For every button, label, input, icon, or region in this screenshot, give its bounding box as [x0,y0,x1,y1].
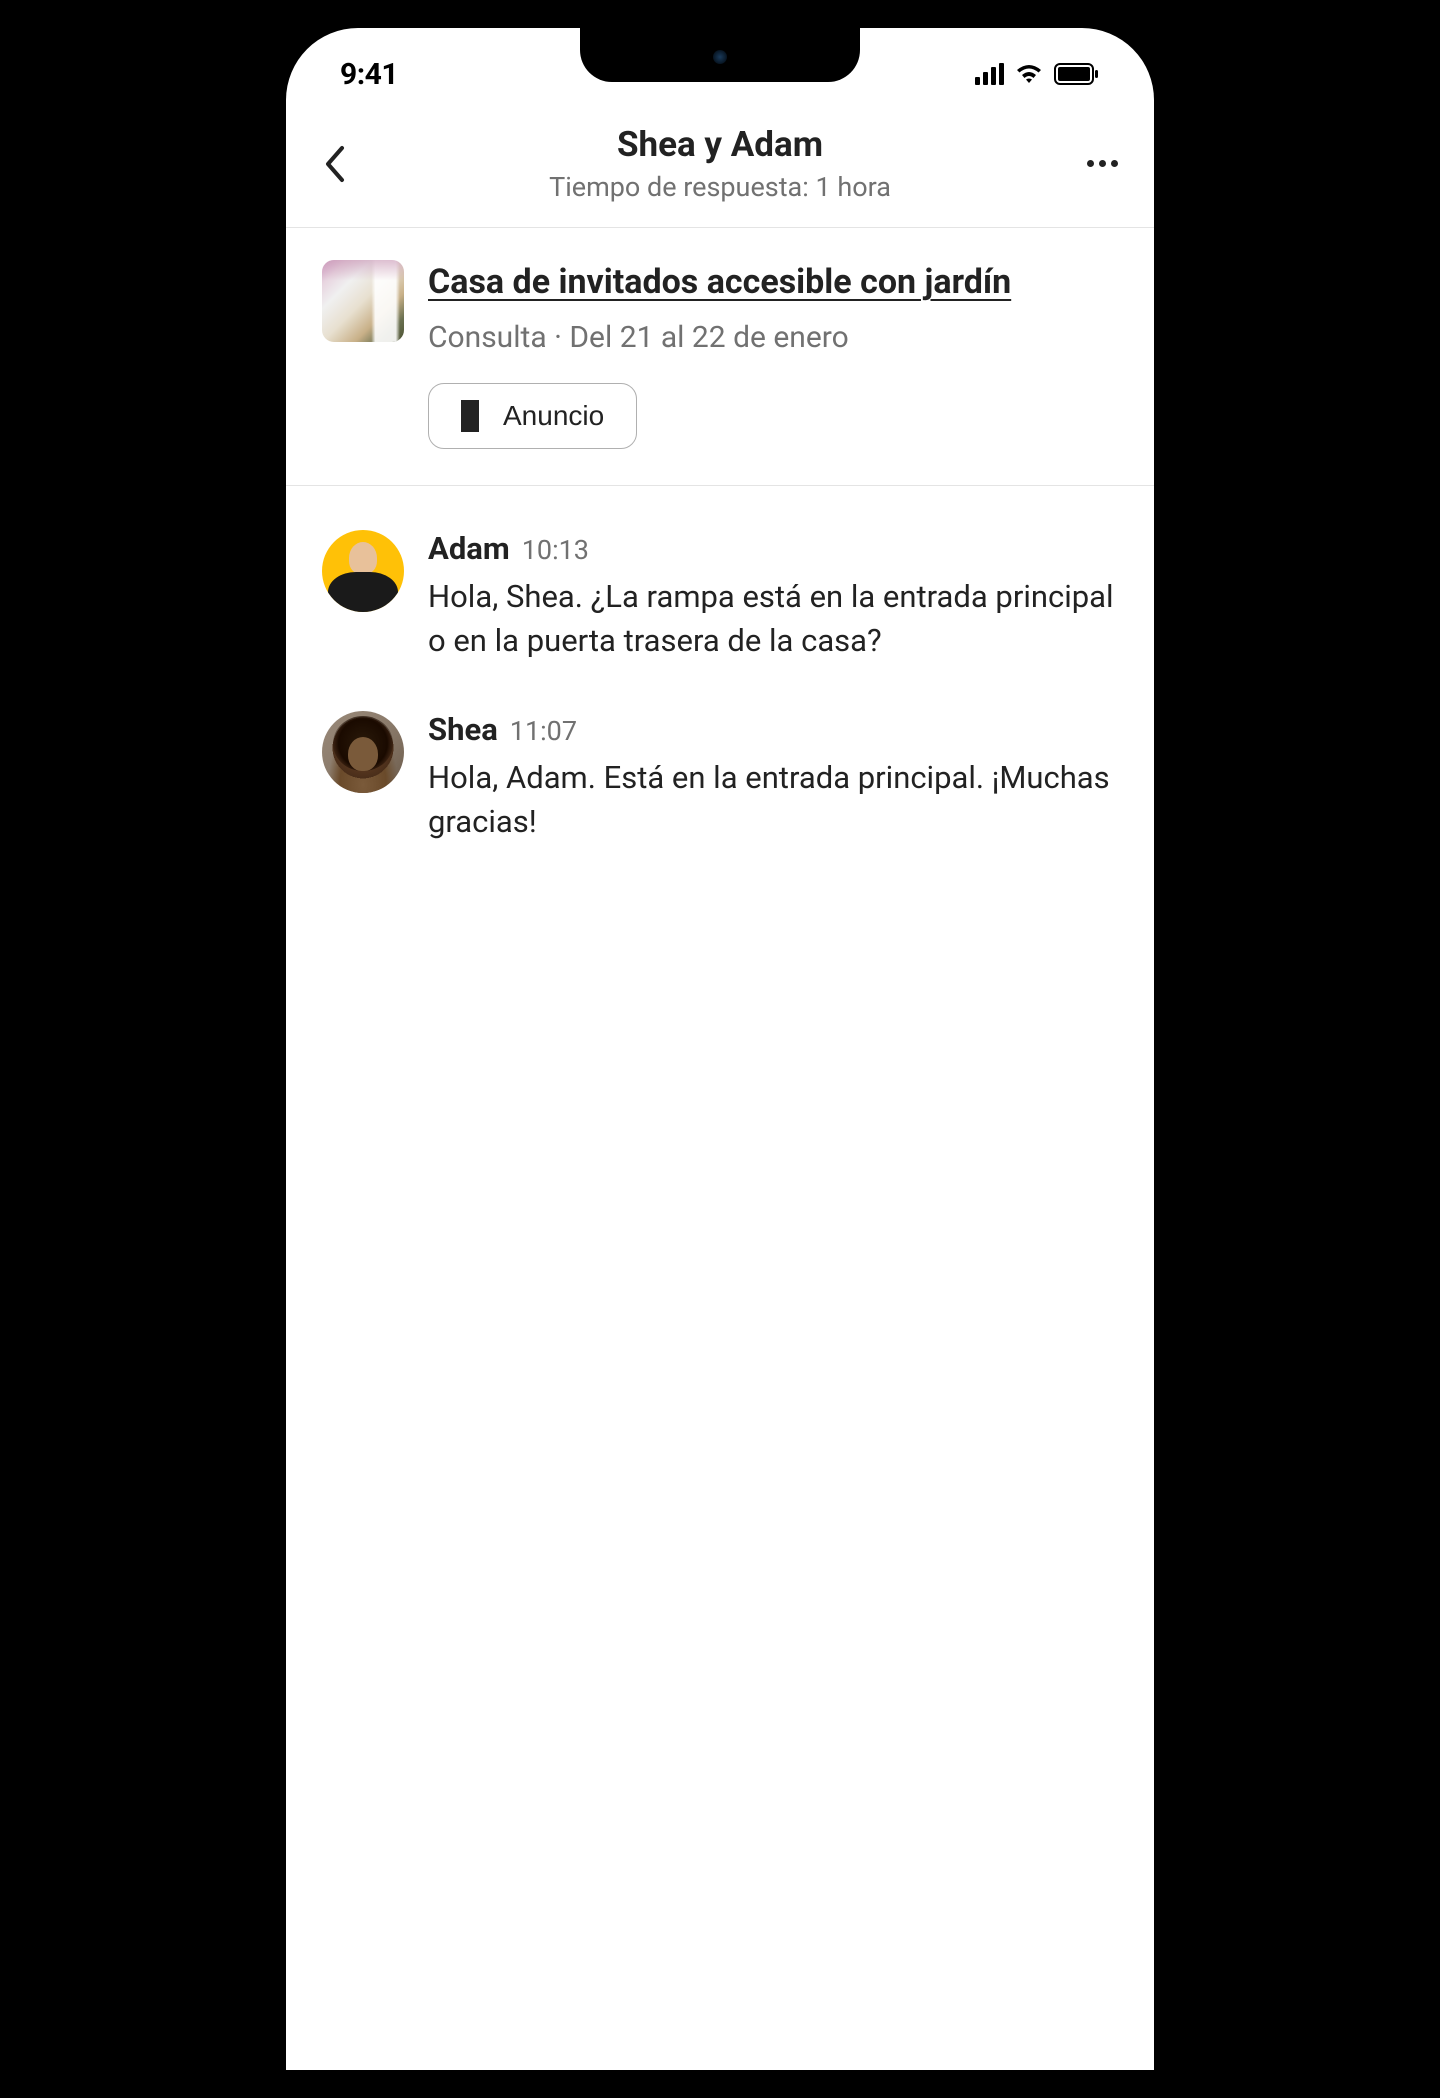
messages-list[interactable]: Adam 10:13 Hola, Shea. ¿La rampa está en… [286,486,1154,936]
message-text: Hola, Adam. Está en la entrada principal… [428,756,1118,844]
message-content: Shea 11:07 Hola, Adam. Está en la entrad… [428,711,1118,844]
message-time: 10:13 [522,534,589,566]
door-icon [461,400,487,432]
listing-info: Casa de invitados accesible con jardín C… [428,260,1118,449]
more-options-button[interactable] [1078,160,1118,167]
message-content: Adam 10:13 Hola, Shea. ¿La rampa está en… [428,530,1118,663]
avatar-image [322,711,404,793]
back-button[interactable] [322,144,362,184]
nav-title-group: Shea y Adam Tiempo de respuesta: 1 hora [362,124,1078,203]
avatar-image [322,530,404,612]
response-time-label: Tiempo de respuesta: 1 hora [362,171,1078,203]
conversation-title: Shea y Adam [362,124,1078,165]
message-sender: Adam [428,530,510,567]
message-item: Adam 10:13 Hola, Shea. ¿La rampa está en… [322,530,1118,663]
avatar[interactable] [322,530,404,612]
listing-button[interactable]: Anuncio [428,383,637,449]
message-header: Adam 10:13 [428,530,1118,567]
chevron-left-icon [322,144,346,184]
message-text: Hola, Shea. ¿La rampa está en la entrada… [428,575,1118,663]
phone-screen: 9:41 [286,28,1154,2070]
message-sender: Shea [428,711,498,748]
phone-notch [580,28,860,82]
message-item: Shea 11:07 Hola, Adam. Está en la entrad… [322,711,1118,844]
nav-header: Shea y Adam Tiempo de respuesta: 1 hora [286,104,1154,228]
avatar[interactable] [322,711,404,793]
listing-button-label: Anuncio [503,400,604,432]
phone-frame: 9:41 [258,0,1182,2098]
listing-title[interactable]: Casa de invitados accesible con jardín [428,260,1118,306]
more-icon [1087,160,1118,167]
listing-meta: Consulta · Del 21 al 22 de enero [428,320,1118,355]
message-header: Shea 11:07 [428,711,1118,748]
wifi-icon [1014,63,1044,85]
status-time: 9:41 [340,57,398,92]
cellular-signal-icon [975,63,1004,85]
status-icons [975,63,1100,85]
listing-card[interactable]: Casa de invitados accesible con jardín C… [286,228,1154,486]
listing-thumbnail [322,260,404,342]
message-time: 11:07 [510,715,577,747]
battery-icon [1054,63,1100,85]
